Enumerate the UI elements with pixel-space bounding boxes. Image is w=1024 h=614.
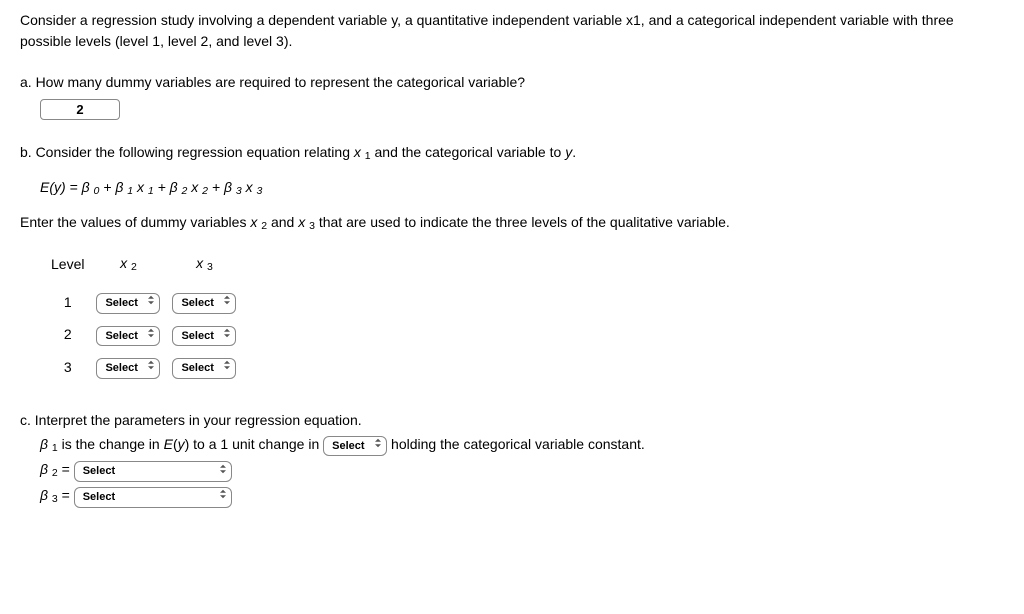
part-b: b. Consider the following regression equ… — [20, 142, 1004, 388]
select-x2-level1[interactable]: Select — [96, 293, 160, 314]
select-beta3-interpretation[interactable]: Select — [74, 487, 232, 508]
level-cell: 1 — [50, 290, 85, 315]
table-row: 1 Select Select — [50, 290, 237, 315]
beta3-line: β 3 = Select — [40, 485, 1004, 508]
level-cell: 2 — [50, 323, 85, 348]
intro-text: Consider a regression study involving a … — [20, 10, 1004, 52]
select-beta2-interpretation[interactable]: Select — [74, 461, 232, 482]
dummy-variable-table: Level x 2 x 3 1 Select Select 2 Select S… — [40, 244, 247, 387]
col-header-level: Level — [50, 252, 85, 282]
part-c: c. Interpret the parameters in your regr… — [20, 410, 1004, 508]
select-x3-level1[interactable]: Select — [172, 293, 236, 314]
part-a: a. How many dummy variables are required… — [20, 72, 1004, 120]
part-c-prompt: c. Interpret the parameters in your regr… — [20, 410, 1004, 431]
part-b-prompt2: Enter the values of dummy variables x 2 … — [20, 212, 1004, 235]
part-a-answer-input[interactable] — [40, 99, 120, 120]
part-b-prompt1: b. Consider the following regression equ… — [20, 142, 1004, 165]
level-cell: 3 — [50, 355, 85, 380]
regression-equation: E(y) = β 0 + β 1 x 1 + β 2 x 2 + β 3 x 3 — [40, 177, 1004, 200]
beta2-line: β 2 = Select — [40, 459, 1004, 482]
table-row: 3 Select Select — [50, 355, 237, 380]
part-a-prompt: a. How many dummy variables are required… — [20, 72, 1004, 93]
table-row: 2 Select Select — [50, 323, 237, 348]
select-x3-level3[interactable]: Select — [172, 358, 236, 379]
beta1-line: β 1 is the change in E(y) to a 1 unit ch… — [40, 434, 1004, 457]
select-x2-level3[interactable]: Select — [96, 358, 160, 379]
select-x2-level2[interactable]: Select — [96, 326, 160, 347]
select-x3-level2[interactable]: Select — [172, 326, 236, 347]
intro-content: Consider a regression study involving a … — [20, 12, 954, 49]
select-beta1-variable[interactable]: Select — [323, 436, 387, 457]
beta1-post: holding the categorical variable constan… — [391, 436, 645, 452]
col-header-x2: x 2 — [95, 252, 161, 282]
col-header-x3: x 3 — [171, 252, 237, 282]
